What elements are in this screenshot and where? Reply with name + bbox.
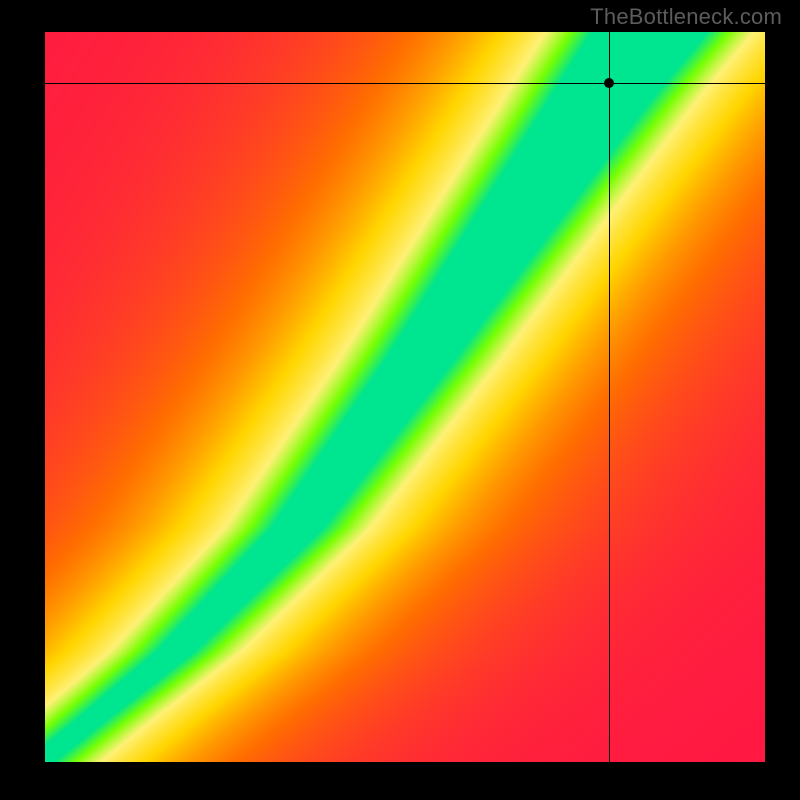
crosshair-vertical [609, 32, 610, 762]
heatmap-canvas [45, 32, 765, 762]
watermark-text: TheBottleneck.com [590, 4, 782, 30]
crosshair-horizontal [45, 83, 765, 84]
heatmap-plot [45, 32, 765, 762]
chart-frame: TheBottleneck.com [0, 0, 800, 800]
